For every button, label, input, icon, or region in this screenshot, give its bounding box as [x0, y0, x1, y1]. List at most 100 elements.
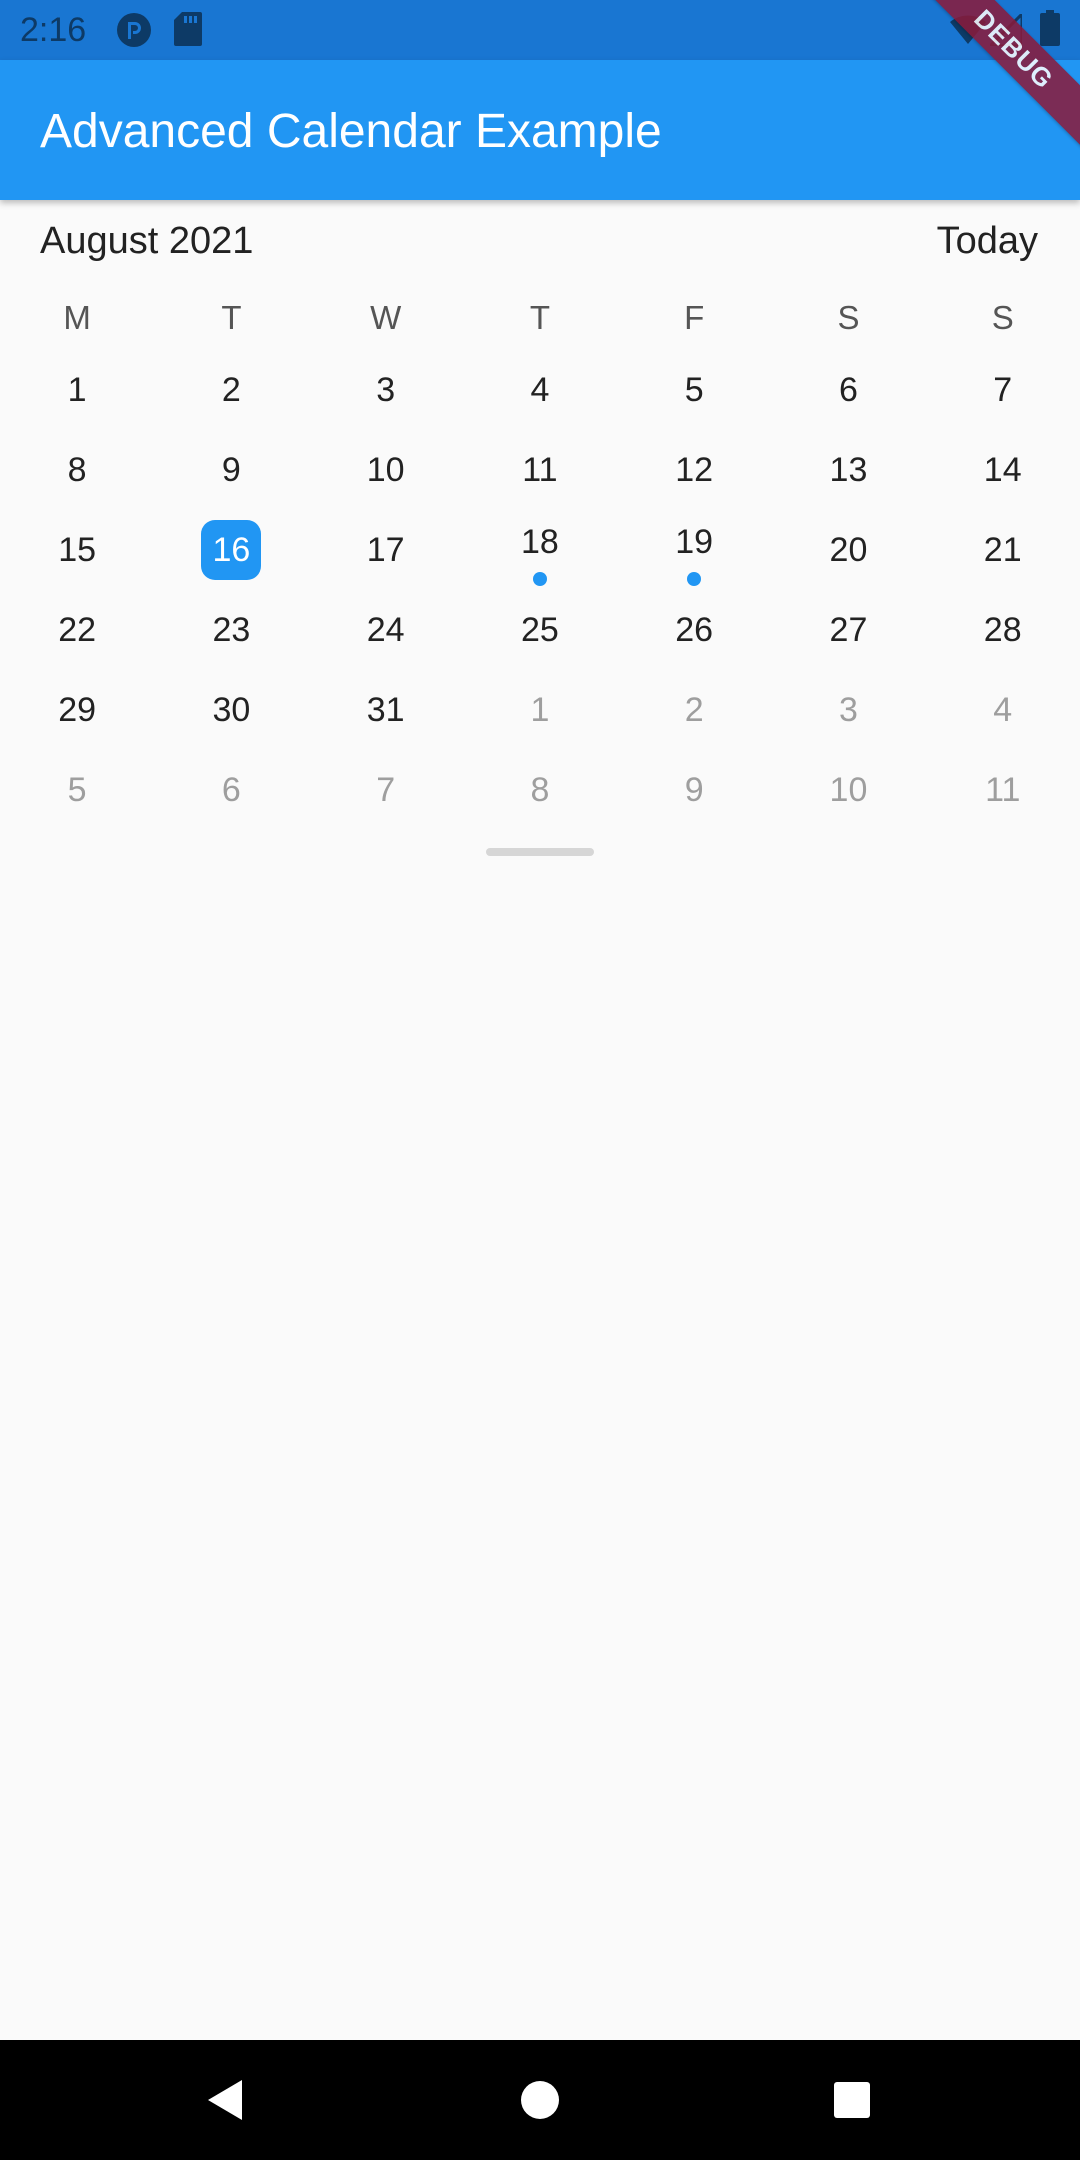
calendar-day[interactable]: 13 [771, 430, 925, 510]
calendar-day[interactable]: 12 [617, 430, 771, 510]
calendar-week-row: 15 16 17 18 19 20 21 [0, 510, 1080, 590]
calendar-day[interactable]: 18 [463, 510, 617, 590]
day-number: 2 [221, 371, 241, 409]
calendar-day[interactable]: 17 [309, 510, 463, 590]
calendar-day[interactable]: 11 [463, 430, 617, 510]
status-time: 2:16 [20, 11, 87, 49]
weekday-label: S [837, 299, 860, 336]
calendar-day[interactable]: 27 [771, 590, 925, 670]
calendar-day[interactable]: 9 [154, 430, 308, 510]
day-number: 1 [530, 691, 550, 729]
calendar-day[interactable]: 10 [309, 430, 463, 510]
day-number: 4 [530, 371, 550, 409]
day-number: 2 [684, 691, 704, 729]
weekday-label: M [63, 299, 91, 336]
calendar-day-outside-month[interactable]: 10 [771, 750, 925, 830]
calendar-header: August 2021 Today [0, 210, 1080, 276]
day-number: 31 [366, 691, 405, 729]
calendar-day-outside-month[interactable]: 11 [926, 750, 1080, 830]
day-number: 5 [684, 371, 704, 409]
day-number: 12 [675, 451, 714, 489]
pocket-casts-icon [116, 12, 152, 53]
calendar-day-outside-month[interactable]: 8 [463, 750, 617, 830]
day-number: 28 [983, 611, 1022, 649]
weekday-label: T [221, 299, 242, 336]
calendar-day[interactable]: 6 [771, 350, 925, 430]
calendar-day[interactable]: 5 [617, 350, 771, 430]
calendar-day[interactable]: 29 [0, 670, 154, 750]
calendar-day[interactable]: 2 [154, 350, 308, 430]
calendar-day-selected[interactable]: 16 [154, 510, 308, 590]
calendar-day[interactable]: 1 [0, 350, 154, 430]
calendar-drag-handle[interactable] [486, 848, 594, 856]
day-number: 7 [376, 771, 396, 809]
day-number: 19 [675, 523, 714, 561]
calendar-day[interactable]: 15 [0, 510, 154, 590]
day-number: 26 [675, 611, 714, 649]
calendar-day[interactable]: 20 [771, 510, 925, 590]
weekday-label: S [991, 299, 1014, 336]
day-number: 6 [838, 371, 858, 409]
calendar-day-outside-month[interactable]: 9 [617, 750, 771, 830]
calendar-day-outside-month[interactable]: 2 [617, 670, 771, 750]
day-number: 9 [684, 771, 704, 809]
day-number: 13 [829, 451, 868, 489]
day-number: 7 [993, 371, 1013, 409]
calendar-day[interactable]: 7 [926, 350, 1080, 430]
weekday-label: F [684, 299, 705, 336]
calendar-week-row: 5 6 7 8 9 10 11 [0, 750, 1080, 830]
event-dot-icon [532, 572, 547, 586]
day-number: 3 [376, 371, 396, 409]
day-number: 10 [829, 771, 868, 809]
status-bar: 2:16 [0, 0, 1080, 60]
day-number: 17 [366, 531, 405, 569]
calendar-day[interactable]: 28 [926, 590, 1080, 670]
day-number: 21 [983, 531, 1022, 569]
calendar-day-outside-month[interactable]: 1 [463, 670, 617, 750]
calendar-day[interactable]: 19 [617, 510, 771, 590]
day-number: 16 [212, 531, 251, 569]
day-number: 20 [829, 531, 868, 569]
calendar-day[interactable]: 25 [463, 590, 617, 670]
calendar-week-row: 8 9 10 11 12 13 14 [0, 430, 1080, 510]
calendar-day-outside-month[interactable]: 5 [0, 750, 154, 830]
calendar-day[interactable]: 8 [0, 430, 154, 510]
event-dot-icon [687, 572, 702, 586]
day-number: 3 [838, 691, 858, 729]
calendar-day[interactable]: 14 [926, 430, 1080, 510]
weekday-label: T [529, 299, 551, 336]
calendar-day-outside-month[interactable]: 3 [771, 670, 925, 750]
calendar-day-grid: 1 2 3 4 5 6 7 8 9 10 11 12 13 14 15 16 17 18 19 20 21 22 23 24 2… [0, 350, 1080, 830]
calendar-day-outside-month[interactable]: 4 [926, 670, 1080, 750]
day-number: 11 [522, 451, 558, 489]
day-number: 9 [221, 451, 241, 489]
day-number: 8 [67, 451, 87, 489]
day-number: 4 [993, 691, 1013, 729]
calendar-day[interactable]: 30 [154, 670, 308, 750]
recents-icon[interactable] [822, 2070, 882, 2130]
calendar-day[interactable]: 31 [309, 670, 463, 750]
day-number: 11 [985, 771, 1021, 809]
calendar-day-outside-month[interactable]: 7 [309, 750, 463, 830]
day-number: 10 [366, 451, 405, 489]
back-icon[interactable] [196, 2070, 256, 2130]
day-number: 27 [829, 611, 868, 649]
calendar-day[interactable]: 24 [309, 590, 463, 670]
day-number: 23 [212, 611, 251, 649]
calendar-day[interactable]: 21 [926, 510, 1080, 590]
day-number: 6 [221, 771, 241, 809]
home-icon[interactable] [510, 2070, 570, 2130]
calendar-day[interactable]: 22 [0, 590, 154, 670]
calendar-day[interactable]: 26 [617, 590, 771, 670]
day-number: 25 [521, 611, 559, 649]
day-number: 24 [366, 611, 405, 649]
calendar-day[interactable]: 23 [154, 590, 308, 670]
app-bar: Advanced Calendar Example [0, 60, 1080, 200]
day-number: 8 [530, 771, 550, 809]
calendar-week-row: 29 30 31 1 2 3 4 [0, 670, 1080, 750]
calendar-day-outside-month[interactable]: 6 [154, 750, 308, 830]
calendar-day[interactable]: 4 [463, 350, 617, 430]
app-title: Advanced Calendar Example [40, 105, 662, 158]
calendar-day[interactable]: 3 [309, 350, 463, 430]
today-button[interactable]: Today [937, 218, 1038, 264]
